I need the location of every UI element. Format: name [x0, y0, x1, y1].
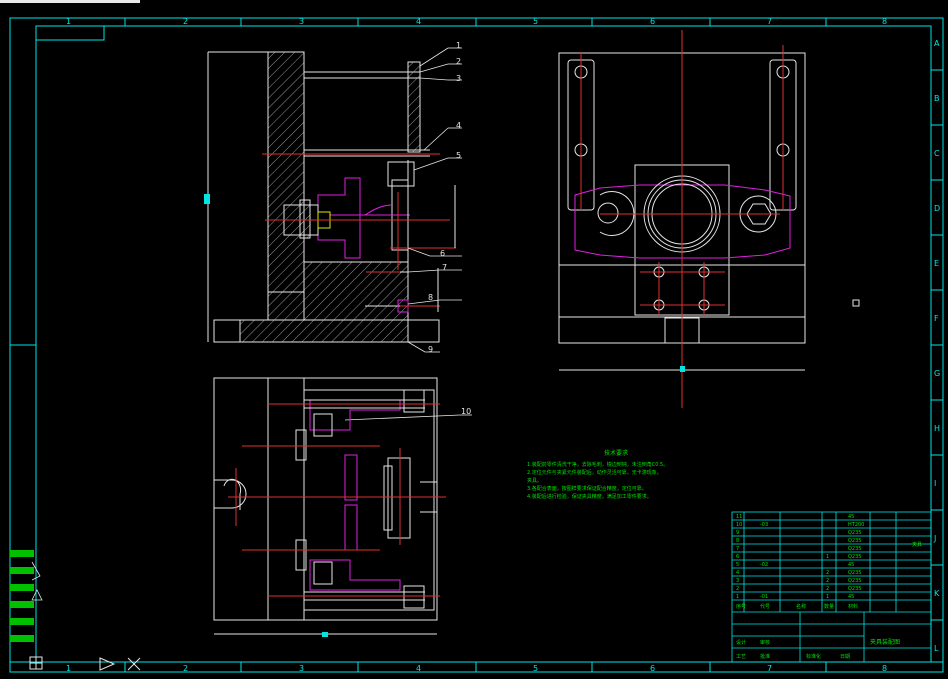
notes-line: 4.装配后进行检验，保证夹具精度，满足加工零件要求。 [527, 493, 652, 500]
notes-line: 夹具。 [527, 477, 542, 484]
bom-no: 4 [736, 570, 739, 576]
callout-5: 5 [456, 151, 461, 160]
bom-header: 代号 [760, 603, 770, 610]
row-label: I [934, 479, 936, 488]
callout-7: 7 [442, 263, 447, 272]
title-label: 审核 [760, 639, 770, 646]
col-label-bottom: 8 [882, 664, 887, 673]
bom-no: 8 [736, 538, 739, 544]
col-label-top: 4 [416, 17, 421, 26]
col-label-bottom: 3 [299, 664, 304, 673]
bom-no: 11 [736, 514, 742, 520]
bom-mat: Q235 [848, 538, 861, 544]
bom-no: 6 [736, 554, 739, 560]
row-label: L [934, 644, 939, 653]
bom-mat: 45 [848, 562, 854, 568]
title-label: 批准 [760, 653, 770, 660]
row-label: J [933, 534, 936, 543]
bom-mat: Q235 [848, 530, 861, 536]
cad-drawing-canvas[interactable]: 1 2 3 4 5 6 7 8 1 2 3 4 5 6 7 8 A B C D … [0, 0, 948, 679]
bom-code: -03 [760, 522, 768, 528]
notes-line: 2.定位元件与夹紧元件装配后，动作灵活可靠，无卡滞现象。 [527, 469, 662, 476]
bom-mat: Q235 [848, 554, 861, 560]
col-label-bottom: 6 [650, 664, 655, 673]
bom-mat: Q235 [848, 546, 861, 552]
side-elevation-view[interactable] [558, 30, 806, 408]
drawing-name: 夹具装配图 [870, 638, 900, 646]
bom-no: 3 [736, 578, 739, 584]
callout-4: 4 [456, 121, 461, 130]
bom-qty: 2 [826, 578, 829, 584]
col-label-top: 1 [66, 17, 71, 26]
title-label: 日期 [840, 654, 850, 660]
front-section-view[interactable] [204, 51, 456, 343]
bom-mat: Q235 [848, 570, 861, 576]
bom-mat: Q235 [848, 586, 861, 592]
row-label: G [934, 369, 940, 378]
col-label-top: 6 [650, 17, 655, 26]
bom-code: -01 [760, 594, 768, 600]
col-label-bottom: 2 [183, 664, 188, 673]
col-label-top: 7 [767, 17, 772, 26]
bom-no: 7 [736, 546, 739, 552]
row-label: C [934, 149, 940, 158]
bom-qty: 2 [826, 586, 829, 592]
col-label-bottom: 4 [416, 664, 421, 673]
row-label: B [934, 94, 940, 103]
row-label: F [934, 314, 939, 323]
bom-header: 材料 [848, 603, 858, 610]
row-label: K [934, 589, 940, 598]
bom-no: 1 [736, 594, 739, 600]
drawing-frame [9, 17, 944, 673]
callout-numbers: 1 2 3 4 5 6 7 8 9 10 [428, 41, 471, 416]
bom-qty: 2 [826, 570, 829, 576]
bom-mat: 45 [848, 514, 854, 520]
row-label: A [934, 39, 940, 48]
bom-no: 9 [736, 530, 739, 536]
col-label-top: 8 [882, 17, 887, 26]
callout-3: 3 [456, 74, 461, 83]
col-label-bottom: 7 [767, 664, 772, 673]
col-label-top: 3 [299, 17, 304, 26]
column-labels: 1 2 3 4 5 6 7 8 1 2 3 4 5 6 7 8 [66, 17, 887, 673]
bom-no: 2 [736, 586, 739, 592]
bom-header: 序号 [736, 603, 746, 610]
col-label-bottom: 1 [66, 664, 71, 673]
notes-line: 3.各配合表面，按图样要求保证配合精度，定位可靠。 [527, 485, 647, 492]
technical-requirements: 技术要求 1.装配前零件清洗干净，去除毛刺，锐边倒钝，未注倒角C0.5。 2.定… [527, 449, 668, 500]
bom-mat: HT200 [848, 522, 864, 528]
col-label-top: 2 [183, 17, 188, 26]
bom-qty: 1 [826, 594, 829, 600]
notes-title: 技术要求 [604, 449, 628, 457]
row-label: D [934, 204, 940, 213]
bom-mat: Q235 [848, 578, 861, 584]
ucs-icon [29, 656, 141, 671]
col-label-top: 5 [533, 17, 538, 26]
title-label: 设计 [736, 639, 746, 646]
title-label: 标准化 [806, 653, 821, 660]
callout-10: 10 [461, 407, 471, 416]
title-label: 工艺 [736, 654, 746, 660]
callout-1: 1 [456, 41, 461, 50]
row-label: H [934, 424, 940, 433]
callout-9: 9 [428, 345, 433, 354]
selection-grip[interactable] [852, 299, 860, 307]
bom-qty: 1 [826, 554, 829, 560]
callout-2: 2 [456, 57, 461, 66]
bom-side-text: 夹具 [912, 541, 922, 548]
bom-header: 名称 [796, 603, 806, 610]
notes-line: 1.装配前零件清洗干净，去除毛刺，锐边倒钝，未注倒角C0.5。 [527, 461, 668, 468]
bom-no: 10 [736, 522, 742, 528]
bom-header: 数量 [824, 603, 834, 610]
layer-palette[interactable] [10, 550, 43, 642]
row-labels: A B C D E F G H I J K L [933, 39, 940, 653]
row-label: E [934, 259, 939, 268]
bom-mat: 45 [848, 594, 854, 600]
bom-code: -02 [760, 562, 768, 568]
callout-8: 8 [428, 293, 433, 302]
bom-no: 5 [736, 562, 739, 568]
col-label-bottom: 5 [533, 664, 538, 673]
callout-6: 6 [440, 249, 445, 258]
